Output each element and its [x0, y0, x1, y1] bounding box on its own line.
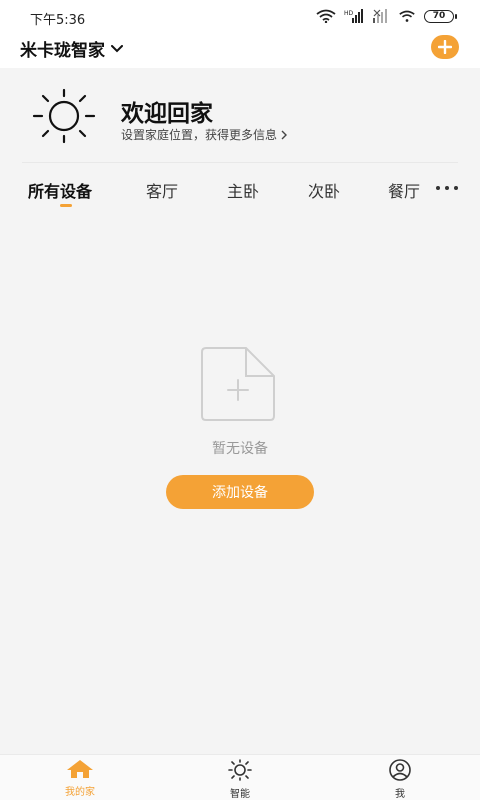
welcome-section[interactable]: 欢迎回家 设置家庭位置，获得更多信息	[0, 68, 480, 168]
nav-label: 我	[395, 789, 405, 800]
tab-second-bedroom[interactable]: 次卧	[308, 178, 340, 202]
tab-indicator	[60, 204, 72, 207]
add-button[interactable]	[431, 35, 459, 59]
tab-dining-room[interactable]: 餐厅	[388, 178, 420, 202]
status-bar: 下午5:36 HD 70	[0, 0, 480, 32]
empty-message: 暂无设备	[212, 441, 268, 457]
sun-icon	[228, 759, 252, 781]
tab-living-room[interactable]: 客厅	[146, 178, 178, 202]
tab-master-bedroom[interactable]: 主卧	[227, 178, 259, 202]
status-icons: HD 70	[316, 8, 457, 24]
nav-label: 我的家	[65, 787, 95, 798]
home-name: 米卡珑智家	[20, 41, 105, 61]
wifi-icon	[316, 9, 336, 23]
divider	[22, 162, 458, 163]
tab-all-devices[interactable]: 所有设备	[28, 178, 92, 202]
plus-icon	[438, 40, 452, 54]
more-icon[interactable]	[436, 186, 458, 190]
welcome-subtitle-text: 设置家庭位置，获得更多信息	[121, 128, 278, 142]
battery-indicator: 70	[424, 9, 457, 23]
chevron-down-icon	[111, 44, 123, 52]
bottom-nav: 我的家 智能 我	[0, 754, 480, 800]
signal-hd-icon: HD	[344, 9, 363, 23]
nav-label: 智能	[230, 789, 250, 800]
room-tabs: 所有设备 客厅 主卧 次卧 餐厅	[0, 176, 480, 212]
sun-icon	[32, 88, 96, 144]
user-icon	[389, 759, 411, 781]
chevron-right-icon	[281, 130, 288, 139]
welcome-subtitle[interactable]: 设置家庭位置，获得更多信息	[121, 126, 288, 143]
svg-text:HD: HD	[344, 10, 354, 17]
nav-my-home[interactable]: 我的家	[40, 759, 120, 800]
nav-me[interactable]: 我	[360, 759, 440, 800]
welcome-title: 欢迎回家	[121, 101, 213, 127]
signal-weak-icon	[373, 9, 387, 23]
empty-file-icon	[201, 347, 275, 421]
home-icon	[67, 760, 93, 778]
add-device-button[interactable]: 添加设备	[166, 475, 314, 509]
nav-smart[interactable]: 智能	[200, 759, 280, 800]
status-time: 下午5:36	[30, 13, 86, 28]
wifi-icon-secondary	[399, 10, 415, 22]
top-header: 下午5:36 HD 70 米卡珑智家	[0, 0, 480, 68]
home-switcher[interactable]: 米卡珑智家	[20, 36, 123, 61]
